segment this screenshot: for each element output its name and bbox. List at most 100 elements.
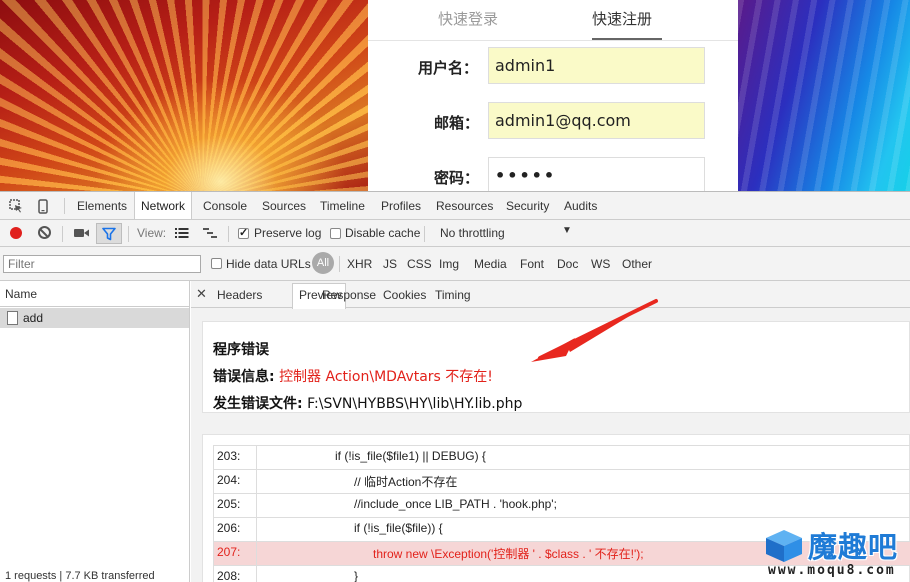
hide-data-urls-label: Hide data URLs [226,257,311,271]
type-filter-media[interactable]: Media [474,257,507,271]
background-image-right [738,0,910,191]
toolbar-separator [228,226,229,242]
error-file-path: F:\SVN\HYBBS\HY\lib\HY.lib.php [307,396,523,412]
line-number: 208: [214,566,257,582]
code-line: 205: //include_once LIB_PATH . 'hook.php… [213,493,910,518]
hide-data-urls-checkbox[interactable] [211,258,222,269]
error-file-label: 发生错误文件: [213,396,303,412]
tab-elements[interactable]: Elements [77,199,127,213]
type-filter-doc[interactable]: Doc [557,257,578,271]
type-filter-xhr[interactable]: XHR [347,257,372,271]
line-number: 203: [214,446,257,470]
clear-icon[interactable] [38,226,51,239]
type-filter-css[interactable]: CSS [407,257,432,271]
request-list: Name add 1 requests | 7.7 KB transferred [0,281,190,582]
inspect-element-icon[interactable] [8,198,24,214]
line-number: 206: [214,518,257,542]
type-filter-font[interactable]: Font [520,257,544,271]
password-field[interactable]: ••••• [488,157,705,191]
error-message: 控制器 Action\MDAvtars 不存在! [279,369,493,385]
video-camera-icon[interactable] [73,225,89,241]
tab-resources[interactable]: Resources [436,199,493,213]
type-filter-ws[interactable]: WS [591,257,610,271]
tab-response-label: Response [322,288,377,302]
code-source: //include_once LIB_PATH . 'hook.php'; [354,497,557,511]
document-icon [7,311,18,325]
close-icon[interactable]: ✕ [196,286,207,302]
disable-cache-checkbox[interactable] [330,228,341,239]
tab-audits[interactable]: Audits [564,199,597,213]
large-rows-icon[interactable] [174,225,190,241]
request-row[interactable]: add [0,308,189,328]
line-number: 204: [214,470,257,494]
tab-quick-signup[interactable]: 快速注册 [592,8,652,29]
detail-tabbar: ✕ Headers Preview Response Cookies Timin… [191,281,910,309]
toolbar-separator [62,226,63,242]
devtools-tabbar: Elements Network Console Sources Timelin… [0,192,910,220]
error-title: 程序错误 [213,342,269,358]
username-label: 用户名： [418,59,479,77]
tab-divider [368,40,738,41]
email-field[interactable]: admin1@qq.com [488,102,705,139]
code-source: if (!is_file($file1) || DEBUG) { [335,449,486,463]
funnel-filter-icon[interactable] [101,226,117,242]
tab-headers[interactable]: Headers [217,288,262,302]
watermark-url: www.moqu8.com [768,563,896,578]
watermark-logo: 魔趣吧 www.moqu8.com [762,524,910,582]
code-source: // 临时Action不存在 [354,475,458,489]
request-name: add [23,311,44,325]
active-tab-underline [592,38,662,40]
toolbar-separator [128,226,129,242]
network-filterbar: Hide data URLs All XHR JS CSS Img Media … [0,247,910,281]
type-filter-all[interactable]: All [312,252,334,274]
device-mode-icon[interactable] [35,197,51,215]
register-panel: 快速登录 快速注册 用户名： admin1 邮箱： admin1@qq.com … [368,0,738,191]
code-line: 203: if (!is_file($file1) || DEBUG) { [213,445,910,470]
tab-cookies[interactable]: Cookies [383,288,426,302]
line-number: 207: [214,542,257,566]
code-source: throw new \Exception('控制器 ' . $class . '… [373,547,644,561]
line-number: 205: [214,494,257,518]
webpage-viewport: 快速登录 快速注册 用户名： admin1 邮箱： admin1@qq.com … [0,0,910,191]
type-filter-other[interactable]: Other [622,257,652,271]
error-message-label: 错误信息: [213,369,275,385]
tab-profiles[interactable]: Profiles [381,199,421,213]
tab-security[interactable]: Security [506,199,549,213]
network-summary: 1 requests | 7.7 KB transferred [5,570,155,582]
error-file-line: 发生错误文件: F:\SVN\HYBBS\HY\lib\HY.lib.php [213,391,899,418]
tab-quick-login[interactable]: 快速登录 [438,8,498,29]
filterbar-separator [339,256,340,272]
tab-sources[interactable]: Sources [262,199,306,213]
tab-network[interactable]: Network [141,199,185,213]
network-toolbar: View: Preserve log Disable cache No thro… [0,220,910,247]
cube-logo-icon [766,530,802,562]
record-icon[interactable] [10,227,22,239]
tab-timing[interactable]: Timing [435,288,471,302]
disable-cache-label: Disable cache [345,226,421,240]
waterfall-overview-icon[interactable] [202,225,218,241]
code-source: } [354,569,359,582]
error-title-line: 程序错误 [213,337,899,364]
name-column-header[interactable]: Name [0,281,189,307]
toolbar-separator [424,226,425,242]
tabbar-separator [64,198,65,214]
error-summary-box: 程序错误 错误信息: 控制器 Action\MDAvtars 不存在! 发生错误… [202,321,910,413]
type-filter-img[interactable]: Img [439,257,459,271]
preserve-log-checkbox[interactable] [238,226,249,239]
tab-response[interactable]: Response [322,288,376,302]
throttling-value: No throttling [440,226,505,240]
filter-input[interactable] [3,255,201,273]
error-message-line: 错误信息: 控制器 Action\MDAvtars 不存在! [213,364,899,391]
tab-console[interactable]: Console [203,199,247,213]
preserve-log-label: Preserve log [254,226,322,240]
dropdown-arrow-icon[interactable]: ▼ [562,225,572,236]
screenshot-root: 快速登录 快速注册 用户名： admin1 邮箱： admin1@qq.com … [0,0,910,582]
watermark-brand: 魔趣吧 [808,530,899,564]
background-image-left [0,0,368,191]
username-field[interactable]: admin1 [488,47,705,84]
tab-timeline[interactable]: Timeline [320,199,365,213]
code-line: 204: // 临时Action不存在 [213,469,910,494]
code-source: if (!is_file($file)) { [354,521,443,535]
view-label: View: [137,226,167,240]
type-filter-js[interactable]: JS [383,257,397,271]
